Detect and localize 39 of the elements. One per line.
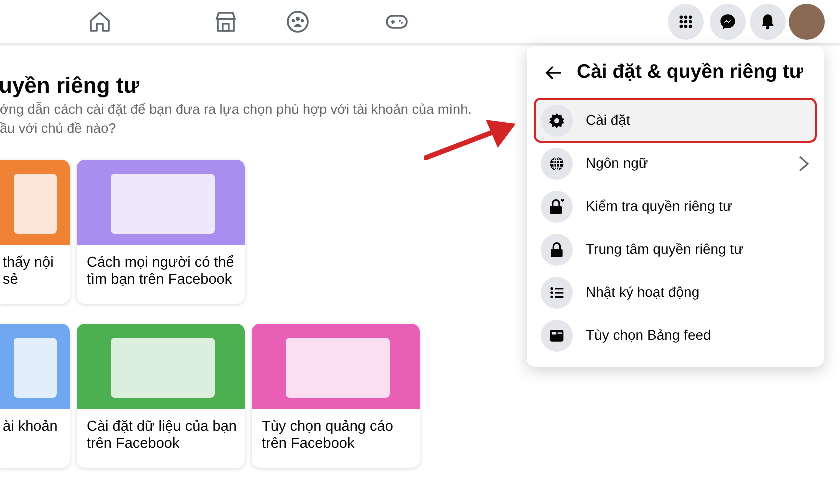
page-heading: uyền riêng tư [0, 72, 140, 100]
menu-title: Cài đặt & quyền riêng tư [577, 60, 804, 85]
home-tab[interactable] [88, 10, 112, 34]
chat-bubble-icon[interactable] [710, 4, 746, 40]
card-title: Cách mọi người có thể tìm bạn trên Facebook [86, 254, 236, 289]
groups-tab[interactable] [286, 10, 310, 34]
topic-card[interactable]: Tùy chọn quảng cáo trên Facebook [252, 324, 420, 468]
menu-item[interactable]: Tùy chọn Bảng feed [535, 314, 816, 358]
card-title: thấy nội sẻ [2, 254, 55, 289]
globe-icon [541, 148, 573, 180]
topic-card[interactable]: thấy nội sẻ [0, 160, 70, 304]
menu-item-label: Tùy chọn Bảng feed [586, 326, 712, 346]
menu-icon[interactable] [668, 4, 704, 40]
menu-item[interactable]: Ngôn ngữ [535, 142, 816, 186]
menu-item-label: Ngôn ngữ [586, 154, 650, 174]
card-title: Cài đặt dữ liệu của bạn trên Facebook [86, 418, 238, 453]
back-icon[interactable] [545, 64, 563, 82]
menu-item[interactable]: Cài đặt [535, 99, 816, 142]
lock-icon [541, 234, 573, 266]
list-icon [541, 276, 573, 309]
menu-item-label: Nhật ký hoạt động [586, 283, 701, 302]
card-title: Tùy chọn quảng cáo trên Facebook [261, 418, 394, 453]
avatar[interactable] [789, 4, 825, 40]
bell-icon[interactable] [750, 4, 786, 40]
topic-card[interactable]: Cài đặt dữ liệu của bạn trên Facebook [77, 324, 245, 468]
menu-item-label: Trung tâm quyền riêng tư [586, 240, 744, 260]
menu-item[interactable]: Nhật ký hoạt động [535, 271, 816, 314]
intro-text: ớng dẫn cách cài đặt để bạn đưa ra lựa chọn phù hợp với tài khoản của mình. [0, 101, 472, 119]
menu-item-label: Kiểm tra quyền riêng tư [586, 197, 734, 216]
topic-card[interactable]: Cách mọi người có thể tìm bạn trên Facebook [77, 160, 245, 304]
store-tab[interactable] [214, 10, 238, 34]
card-title: ài khoản [2, 418, 59, 436]
menu-item[interactable]: Kiểm tra quyền riêng tư [535, 185, 816, 228]
feed-icon [541, 320, 573, 352]
menu-item-label: Cài đặt [586, 111, 632, 130]
settings-icon [541, 104, 573, 137]
intro-text: ầu với chủ đề nào? [0, 120, 116, 138]
topic-card[interactable]: ài khoản [0, 324, 70, 468]
menu-item[interactable]: Trung tâm quyền riêng tư [535, 228, 816, 272]
